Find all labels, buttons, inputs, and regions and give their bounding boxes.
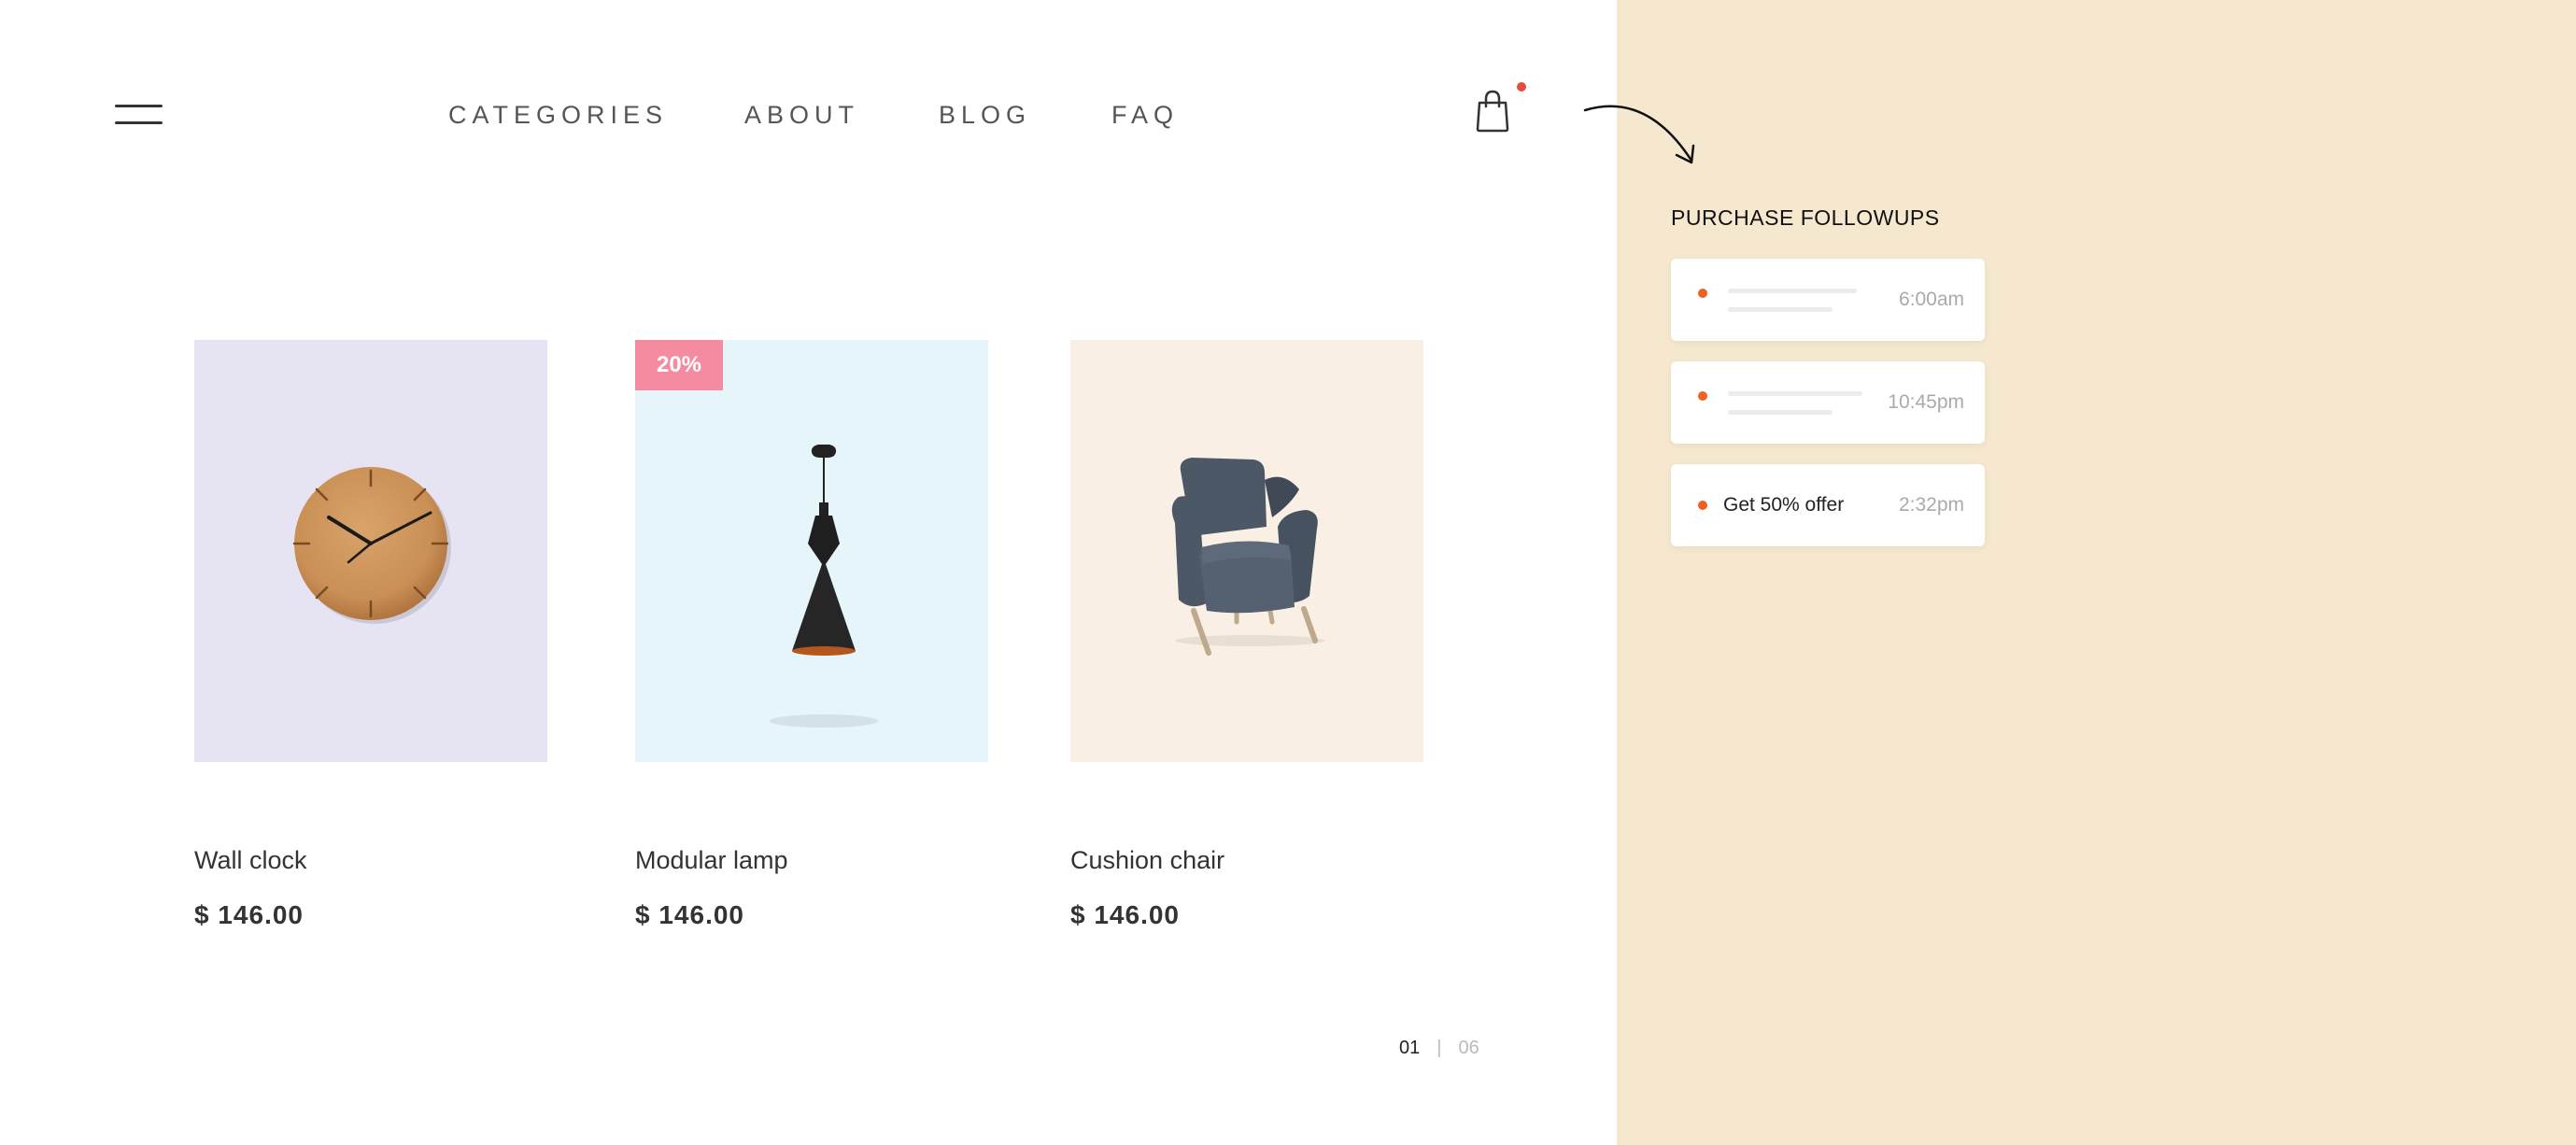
nav-blog[interactable]: BLOG [939,99,1031,131]
discount-badge: 20% [635,340,723,390]
page-total[interactable]: 06 [1458,1038,1479,1058]
status-dot [1698,391,1707,401]
page-separator: | [1437,1038,1442,1058]
product-price: $ 146.00 [1070,900,1180,929]
placeholder-line [1728,289,1857,293]
nav-faq[interactable]: FAQ [1111,99,1179,131]
nav-categories[interactable]: CATEGORIES [448,99,668,131]
product-image-tile[interactable]: 20% [635,340,988,762]
pagination: 01 | 06 [1399,1037,1479,1059]
placeholder-line [1728,410,1833,415]
product-name[interactable]: Cushion chair [1070,846,1224,875]
main-area: CATEGORIES ABOUT BLOG FAQ Wall clock $ 1… [0,0,1617,1145]
placeholder-line [1728,391,1862,396]
followups-panel [1617,0,2576,1145]
status-dot [1698,501,1707,510]
product-card-cushion-chair[interactable]: Cushion chair $ 146.00 [1070,340,1423,929]
product-card-wall-clock[interactable]: Wall clock $ 146.00 [194,340,547,929]
followup-text: Get 50% offer [1723,494,1845,516]
cart-notification-dot [1517,82,1526,92]
product-image-tile[interactable] [194,340,547,762]
product-image-tile[interactable] [1070,340,1423,762]
followup-card[interactable]: 10:45pm [1671,361,1985,444]
wall-clock-image [292,467,451,624]
product-name[interactable]: Modular lamp [635,846,788,875]
followup-card[interactable]: Get 50% offer 2:32pm [1671,464,1985,546]
status-dot [1698,289,1707,298]
followup-time: 2:32pm [1898,494,1964,516]
placeholder-line [1728,307,1833,312]
product-price: $ 146.00 [194,900,304,929]
product-name[interactable]: Wall clock [194,846,307,875]
product-card-modular-lamp[interactable]: 20% Modular lamp $ 146.00 [635,340,988,929]
nav-about[interactable]: ABOUT [744,99,859,131]
product-price: $ 146.00 [635,900,744,929]
page-current[interactable]: 01 [1399,1038,1420,1058]
followups-title: PURCHASE FOLLOWUPS [1671,205,1940,230]
hamburger-menu-icon[interactable] [115,101,163,129]
followup-time: 10:45pm [1888,391,1964,413]
pendant-lamp-image [770,445,878,728]
shopping-bag-icon[interactable] [1472,86,1513,134]
armchair-image [1171,458,1324,656]
followup-time: 6:00am [1898,289,1964,310]
followup-card[interactable]: 6:00am [1671,259,1985,341]
curved-arrow-icon [1583,105,1695,164]
